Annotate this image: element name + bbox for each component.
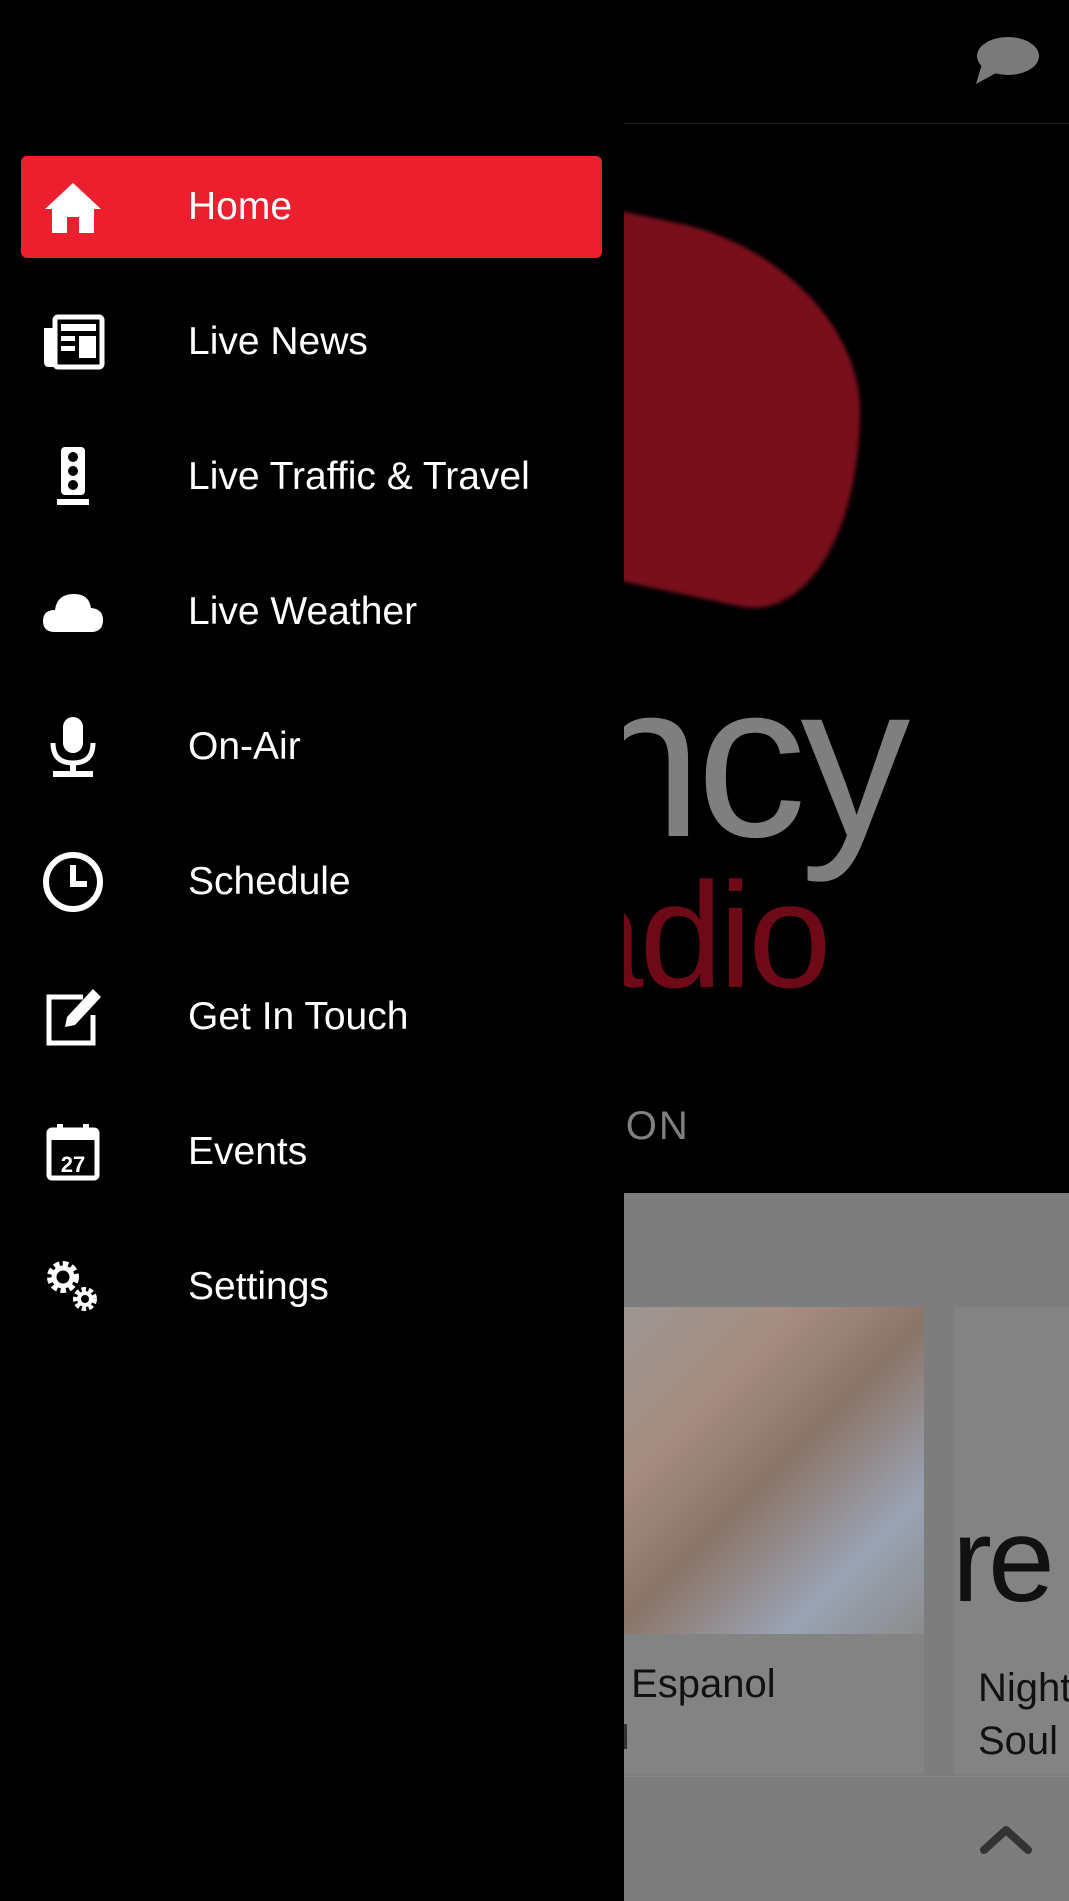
nav-label: Live Traffic & Travel: [188, 455, 530, 498]
traffic-light-icon: [41, 445, 105, 509]
chevron-up-icon[interactable]: [978, 1820, 1034, 1856]
show-image-text: re: [952, 1493, 1055, 1627]
edit-icon: [41, 985, 105, 1049]
cloud-icon: [41, 580, 105, 644]
nav-item-home[interactable]: Home: [21, 156, 602, 258]
nav-item-events[interactable]: 27 Events: [21, 1101, 602, 1203]
nav-item-settings[interactable]: Settings: [21, 1236, 602, 1338]
show-title: Night Soul: [978, 1666, 1069, 1763]
nav-label: Live News: [188, 320, 368, 363]
nav-item-live-traffic[interactable]: Live Traffic & Travel: [21, 426, 602, 528]
nav-item-on-air[interactable]: On-Air: [21, 696, 602, 798]
nav-label: Events: [188, 1130, 308, 1173]
clock-icon: [41, 850, 105, 914]
nav-label: On-Air: [188, 725, 301, 768]
nav-item-live-news[interactable]: Live News: [21, 291, 602, 393]
nav-label: Settings: [188, 1265, 329, 1308]
show-title: s Espanol: [600, 1662, 776, 1706]
gears-icon: [41, 1255, 105, 1319]
chat-icon[interactable]: [972, 34, 1040, 90]
microphone-icon: [41, 715, 105, 779]
nav-item-schedule[interactable]: Schedule: [21, 831, 602, 933]
nav-label: Home: [188, 185, 293, 228]
home-icon: [41, 175, 105, 239]
nav-item-live-weather[interactable]: Live Weather: [21, 561, 602, 663]
nav-label: Schedule: [188, 860, 351, 903]
navigation-drawer: Home Live News Live Traffic & Travel Liv…: [0, 0, 624, 1901]
nav-label: Live Weather: [188, 590, 418, 633]
svg-text:27: 27: [61, 1152, 85, 1177]
station-logo-text: ncy: [580, 637, 910, 883]
newspaper-icon: [41, 310, 105, 374]
calendar-icon: 27: [41, 1120, 105, 1184]
nav-label: Get In Touch: [188, 995, 409, 1038]
nav-item-get-in-touch[interactable]: Get In Touch: [21, 966, 602, 1068]
